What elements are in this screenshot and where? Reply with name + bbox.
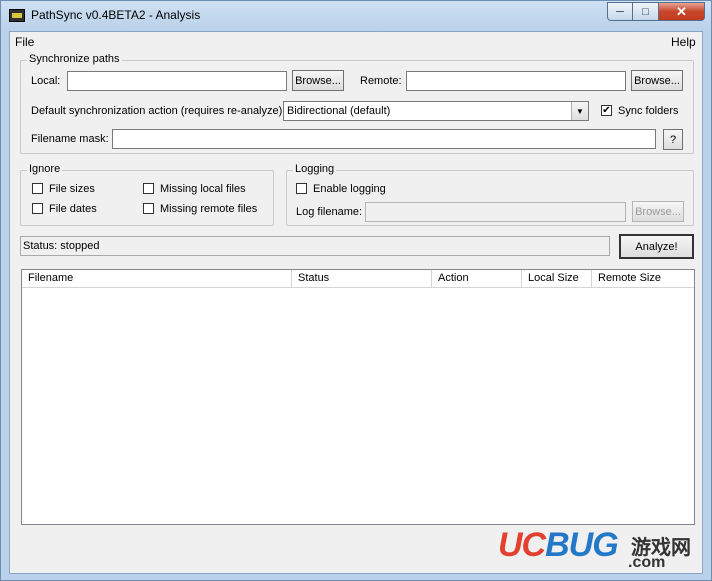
menu-help[interactable]: Help — [671, 35, 696, 49]
sync-action-label: Default synchronization action (requires… — [31, 105, 286, 117]
ignore-missing-remote-checkbox[interactable] — [143, 203, 154, 214]
menu-file[interactable]: File — [15, 35, 34, 49]
minimize-icon: ─ — [616, 5, 624, 18]
minimize-button[interactable]: ─ — [607, 2, 633, 21]
menu-bar: File Help — [10, 32, 702, 52]
sync-action-select[interactable]: Bidirectional (default) ▼ — [283, 101, 589, 121]
close-button[interactable]: ✕ — [659, 2, 705, 21]
ignore-missing-remote-label[interactable]: Missing remote files — [160, 203, 257, 215]
ignore-file-dates-checkbox[interactable] — [32, 203, 43, 214]
maximize-icon: □ — [642, 5, 649, 18]
watermark-logo: UCBUG 游戏网 .com — [498, 526, 691, 571]
chevron-down-icon[interactable]: ▼ — [571, 102, 588, 120]
remote-label: Remote: — [360, 75, 402, 87]
ignore-file-sizes-checkbox[interactable] — [32, 183, 43, 194]
sync-paths-title: Synchronize paths — [27, 53, 122, 65]
col-filename[interactable]: Filename — [22, 270, 292, 287]
ignore-file-sizes-label[interactable]: File sizes — [49, 183, 95, 195]
col-status[interactable]: Status — [292, 270, 432, 287]
status-bar: Status: stopped — [20, 236, 610, 256]
filename-mask-input[interactable] — [112, 129, 656, 149]
local-path-input[interactable] — [67, 71, 287, 91]
enable-logging-checkbox[interactable] — [296, 183, 307, 194]
col-action[interactable]: Action — [432, 270, 522, 287]
watermark-uc: UC — [498, 526, 546, 564]
app-icon — [9, 9, 25, 22]
remote-path-input[interactable] — [406, 71, 626, 91]
sync-folders-label[interactable]: Sync folders — [618, 105, 679, 117]
analyze-button[interactable]: Analyze! — [619, 234, 694, 259]
local-browse-button[interactable]: Browse... — [292, 70, 344, 91]
col-local-size[interactable]: Local Size — [522, 270, 592, 287]
title-bar[interactable]: PathSync v0.4BETA2 - Analysis ─ □ ✕ — [1, 1, 711, 31]
log-filename-label: Log filename: — [296, 206, 363, 218]
sync-action-value: Bidirectional (default) — [287, 105, 391, 117]
ignore-title: Ignore — [27, 163, 63, 175]
mask-help-button[interactable]: ? — [663, 129, 683, 150]
ignore-file-dates-label[interactable]: File dates — [49, 203, 97, 215]
local-label: Local: — [31, 75, 61, 87]
ignore-missing-local-label[interactable]: Missing local files — [160, 183, 246, 195]
window-title: PathSync v0.4BETA2 - Analysis — [31, 8, 201, 22]
ignore-missing-local-checkbox[interactable] — [143, 183, 154, 194]
file-list-header: Filename Status Action Local Size Remote… — [22, 270, 694, 288]
log-filename-input[interactable] — [365, 202, 626, 222]
caption-buttons: ─ □ ✕ — [607, 2, 705, 22]
ignore-group: Ignore — [20, 163, 274, 226]
maximize-button[interactable]: □ — [633, 2, 659, 21]
remote-browse-button[interactable]: Browse... — [631, 70, 683, 91]
col-remote-size[interactable]: Remote Size — [592, 270, 696, 287]
log-browse-button[interactable]: Browse... — [632, 201, 684, 222]
logging-title: Logging — [293, 163, 337, 175]
client-area: File Help Synchronize paths Local: Brows… — [9, 31, 703, 574]
status-text: Status: stopped — [23, 240, 100, 252]
filename-mask-label: Filename mask: — [31, 133, 109, 145]
close-icon: ✕ — [676, 3, 687, 19]
watermark-bug: BUG — [545, 526, 619, 564]
enable-logging-label[interactable]: Enable logging — [313, 183, 386, 195]
sync-folders-checkbox[interactable]: ✔ — [601, 105, 612, 116]
watermark-com: .com — [628, 554, 666, 571]
file-list[interactable]: Filename Status Action Local Size Remote… — [21, 269, 695, 525]
app-window: PathSync v0.4BETA2 - Analysis ─ □ ✕ File… — [0, 0, 712, 581]
